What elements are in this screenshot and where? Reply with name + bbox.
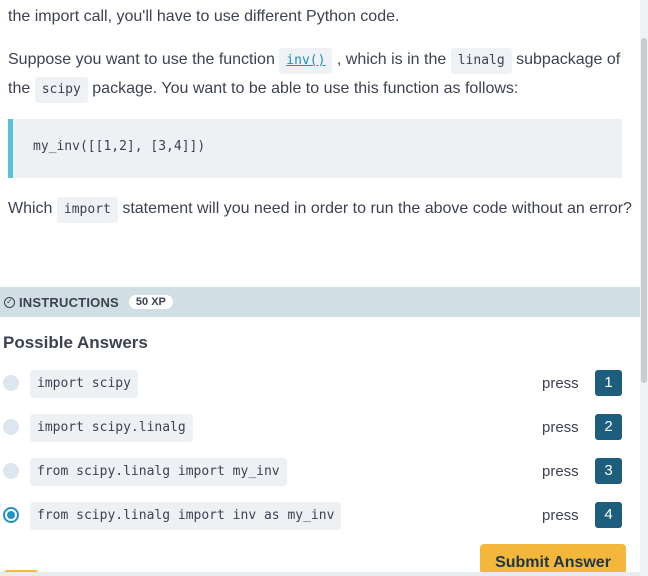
linalg-code: linalg — [450, 48, 512, 74]
answer-option-2[interactable]: import scipy.linalg press 2 — [0, 414, 640, 444]
xp-badge: 50 XP — [128, 295, 173, 309]
bottom-strip — [0, 572, 648, 576]
key-badge: 1 — [595, 370, 622, 396]
answer-option-1[interactable]: import scipy press 1 — [0, 370, 640, 400]
question-text-2: statement will you need in order to run … — [117, 200, 632, 217]
press-label: press — [542, 375, 579, 392]
radio-button[interactable] — [3, 463, 19, 479]
scipy-code: scipy — [34, 77, 88, 103]
inv-function-link[interactable]: inv() — [279, 48, 333, 74]
answer-code[interactable]: from scipy.linalg import my_inv — [30, 458, 287, 486]
submit-answer-button[interactable]: Submit Answer — [480, 544, 626, 574]
key-badge: 2 — [595, 414, 622, 440]
instructions-bar[interactable]: ✓ INSTRUCTIONS 50 XP — [0, 287, 642, 317]
check-circle-icon: ✓ — [4, 296, 15, 308]
scrollbar-thumb[interactable] — [641, 38, 647, 383]
question-text-1: Which — [8, 200, 57, 217]
answer-code[interactable]: import scipy — [30, 370, 138, 398]
possible-answers-title: Possible Answers — [3, 333, 148, 352]
key-badge: 3 — [595, 458, 622, 484]
question-text: Which import statement will you need in … — [0, 194, 640, 223]
code-example-block: my_inv([[1,2], [3,4]]) — [8, 119, 622, 178]
desc-text-2: , which is in the — [332, 51, 451, 68]
key-badge: 4 — [595, 502, 622, 528]
press-label: press — [542, 463, 579, 480]
desc-text-4: package. You want to be able to use this… — [87, 80, 519, 97]
radio-button-selected[interactable] — [3, 507, 19, 523]
press-label: press — [542, 507, 579, 524]
scrollbar-track[interactable] — [640, 0, 648, 576]
answer-code[interactable]: import scipy.linalg — [30, 414, 193, 442]
instructions-label: INSTRUCTIONS — [19, 294, 119, 310]
answer-code[interactable]: from scipy.linalg import inv as my_inv — [30, 502, 342, 530]
radio-button[interactable] — [3, 375, 19, 391]
intro-text: the import call, you'll have to use diff… — [8, 8, 400, 25]
desc-text-1: Suppose you want to use the function — [8, 51, 280, 68]
code-example-text: my_inv([[1,2], [3,4]]) — [33, 139, 206, 154]
answer-option-3[interactable]: from scipy.linalg import my_inv press 3 — [0, 458, 640, 488]
import-keyword-code: import — [56, 197, 118, 223]
radio-button[interactable] — [3, 419, 19, 435]
answer-option-4[interactable]: from scipy.linalg import inv as my_inv p… — [0, 502, 640, 532]
exercise-description: Suppose you want to use the function inv… — [0, 45, 640, 103]
press-label: press — [542, 419, 579, 436]
